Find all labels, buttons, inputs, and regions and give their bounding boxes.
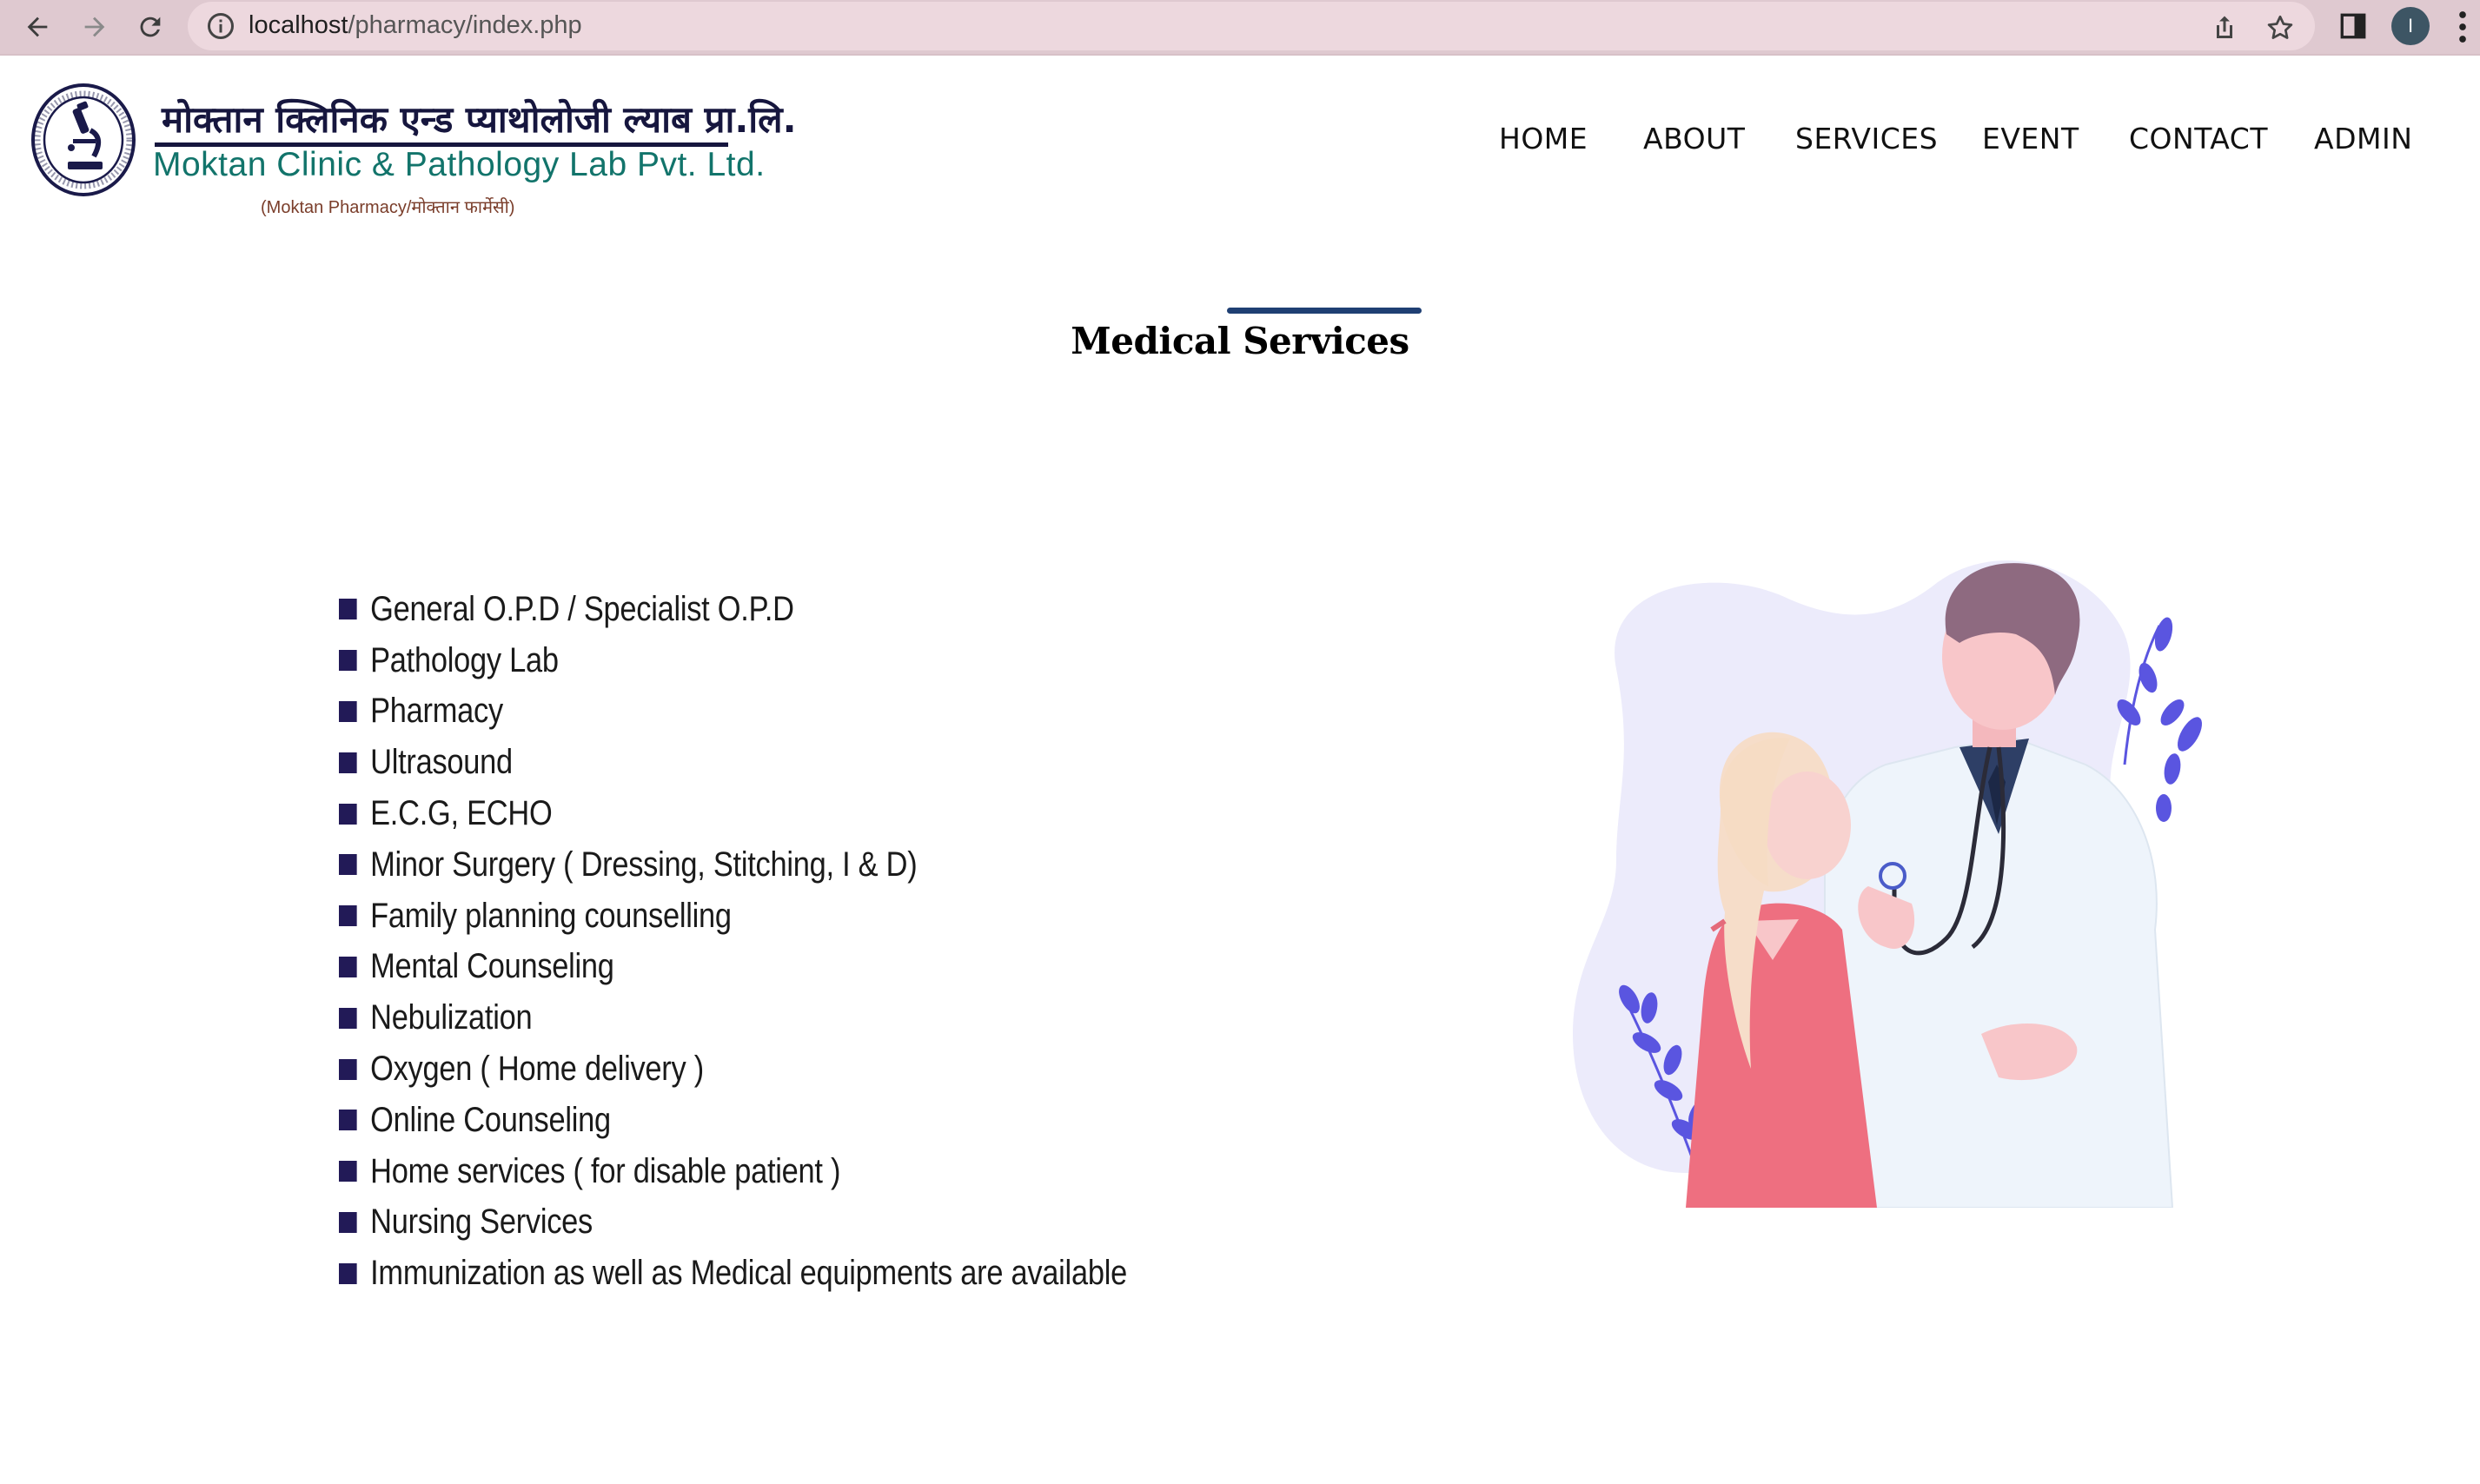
square-bullet-icon: [339, 956, 357, 977]
logo-subtitle: (Moktan Pharmacy/मोक्तान फार्मेसी): [261, 198, 515, 217]
list-item: Family planning counselling: [339, 891, 1127, 942]
service-label: Nebulization: [370, 998, 533, 1037]
service-label: Nursing Services: [370, 1202, 593, 1242]
service-label: General O.P.D / Specialist O.P.D: [370, 589, 794, 628]
square-bullet-icon: [339, 854, 357, 876]
list-item: Minor Surgery ( Dressing, Stitching, I &…: [339, 839, 1127, 891]
service-label: Pharmacy: [370, 692, 503, 731]
browser-toolbar: localhost/pharmacy/index.php I: [0, 0, 2480, 56]
service-label: Mental Counseling: [370, 947, 614, 986]
info-icon[interactable]: [205, 10, 236, 42]
nav-services[interactable]: SERVICES: [1795, 122, 1938, 156]
list-item: Online Counseling: [339, 1095, 1127, 1146]
arrow-left-icon: [27, 17, 48, 37]
doctor-patient-illustration: [1573, 560, 2202, 1208]
list-item: Pathology Lab: [339, 635, 1127, 686]
square-bullet-icon: [339, 599, 357, 620]
reload-icon: [140, 17, 161, 37]
square-bullet-icon: [339, 1007, 357, 1029]
nav-contact[interactable]: CONTACT: [2129, 122, 2268, 156]
star-icon[interactable]: [2264, 12, 2296, 43]
profile-initial: I: [2407, 15, 2414, 36]
square-bullet-icon: [339, 1161, 357, 1183]
nav-event[interactable]: EVENT: [1982, 122, 2079, 156]
service-label: Oxygen ( Home delivery ): [370, 1050, 704, 1089]
list-item: Ultrasound: [339, 737, 1127, 788]
list-item: Pharmacy: [339, 686, 1127, 738]
square-bullet-icon: [339, 1211, 357, 1233]
square-bullet-icon: [339, 1110, 357, 1131]
square-bullet-icon: [339, 905, 357, 927]
nav-home[interactable]: HOME: [1499, 122, 1588, 156]
back-button[interactable]: [16, 5, 59, 49]
square-bullet-icon: [339, 700, 357, 722]
side-panel-icon[interactable]: [2337, 10, 2369, 42]
list-item: E.C.G, ECHO: [339, 788, 1127, 839]
service-label: E.C.G, ECHO: [370, 794, 553, 833]
square-bullet-icon: [339, 650, 357, 672]
profile-avatar[interactable]: I: [2391, 7, 2430, 45]
nav-about[interactable]: ABOUT: [1643, 122, 1745, 156]
square-bullet-icon: [339, 752, 357, 773]
service-label: Immunization as well as Medical equipmen…: [370, 1254, 1127, 1293]
arrow-right-icon: [84, 17, 105, 37]
list-item: Immunization as well as Medical equipmen…: [339, 1248, 1127, 1299]
section-title: Medical Services: [1071, 320, 1409, 362]
square-bullet-icon: [339, 1262, 357, 1284]
service-label: Minor Surgery ( Dressing, Stitching, I &…: [370, 845, 918, 884]
list-item: Nursing Services: [339, 1197, 1127, 1249]
kebab-menu-icon[interactable]: [2454, 9, 2471, 45]
list-item: General O.P.D / Specialist O.P.D: [339, 584, 1127, 635]
list-item: Mental Counseling: [339, 942, 1127, 993]
service-label: Home services ( for disable patient ): [370, 1151, 841, 1190]
services-list: General O.P.D / Specialist O.P.D Patholo…: [339, 584, 1256, 1299]
share-icon[interactable]: [2209, 12, 2240, 43]
list-item: Oxygen ( Home delivery ): [339, 1043, 1127, 1095]
section-title-accent: [1227, 308, 1422, 314]
square-bullet-icon: [339, 803, 357, 825]
address-bar[interactable]: localhost/pharmacy/index.php: [188, 2, 2315, 50]
square-bullet-icon: [339, 1058, 357, 1080]
service-label: Family planning counselling: [370, 896, 732, 935]
url-text[interactable]: localhost/pharmacy/index.php: [249, 11, 582, 40]
main-navigation: HOME ABOUT SERVICES EVENT CONTACT ADMIN: [0, 122, 2480, 160]
service-label: Pathology Lab: [370, 640, 559, 679]
service-label: Ultrasound: [370, 743, 513, 782]
reload-button[interactable]: [129, 5, 172, 49]
list-item: Nebulization: [339, 992, 1127, 1043]
service-label: Online Counseling: [370, 1100, 611, 1139]
forward-button[interactable]: [73, 5, 116, 49]
nav-admin[interactable]: ADMIN: [2314, 122, 2412, 156]
list-item: Home services ( for disable patient ): [339, 1146, 1127, 1197]
